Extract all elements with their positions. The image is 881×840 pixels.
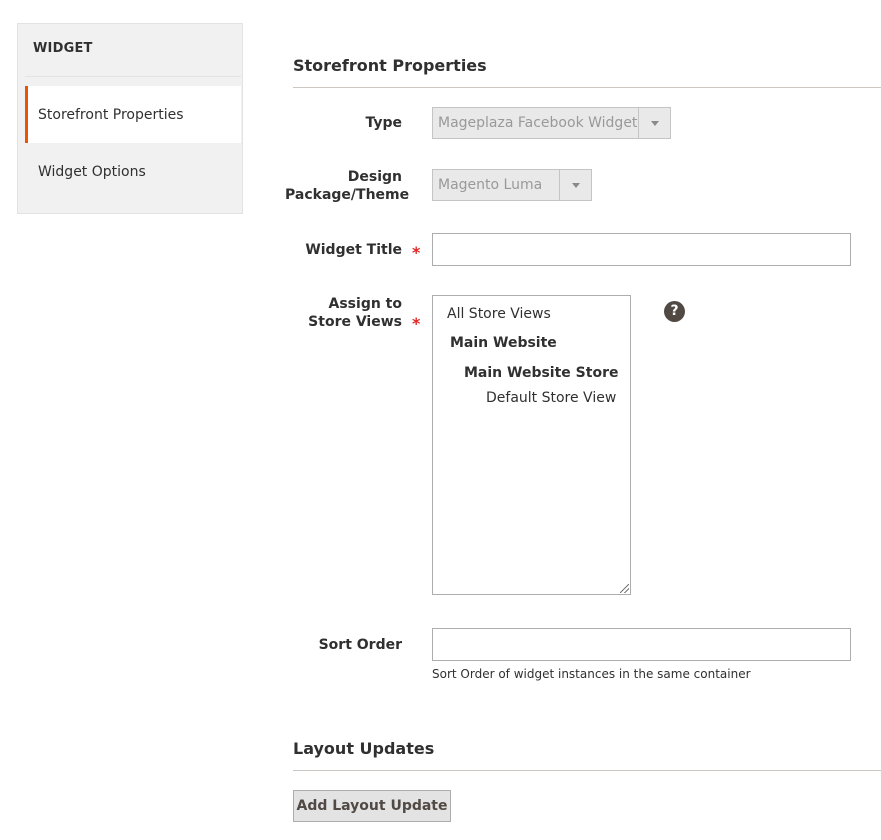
section-title-layout-updates: Layout Updates [293,739,435,758]
widget-title-input[interactable] [432,233,851,266]
sort-order-note: Sort Order of widget instances in the sa… [432,667,751,681]
theme-label: Design Package/Theme [285,169,410,203]
section-title-storefront: Storefront Properties [293,56,487,75]
store-view-option[interactable]: Default Store View [486,390,616,406]
type-label: Type [365,115,402,131]
type-chevron-down-icon[interactable] [638,108,670,138]
store-views-label: Assign to Store Views [308,296,402,330]
help-icon[interactable]: ? [664,301,685,322]
store-view-group: Main Website Store [464,365,619,381]
required-marker: * [412,314,421,333]
type-select-value: Mageplaza Facebook Widget [438,115,638,131]
theme-select-value: Magento Luma [438,177,543,193]
store-view-option[interactable]: All Store Views [447,306,551,322]
sort-order-input[interactable] [432,628,851,661]
add-layout-update-button[interactable]: Add Layout Update [293,790,451,822]
section-divider [293,87,881,88]
section-divider [293,770,881,771]
sidebar-divider [25,76,241,77]
sort-order-label: Sort Order [318,637,402,653]
theme-chevron-down-icon[interactable] [559,170,591,200]
store-view-group: Main Website [450,335,557,351]
resize-handle-icon[interactable] [620,584,629,593]
type-select[interactable]: Mageplaza Facebook Widget [432,107,671,139]
required-marker: * [412,243,421,262]
sidebar-item-widget-options[interactable]: Widget Options [38,164,146,180]
sidebar-title: WIDGET [33,41,93,56]
widget-title-label: Widget Title [305,242,402,258]
sidebar-item-label[interactable]: Storefront Properties [38,107,184,123]
